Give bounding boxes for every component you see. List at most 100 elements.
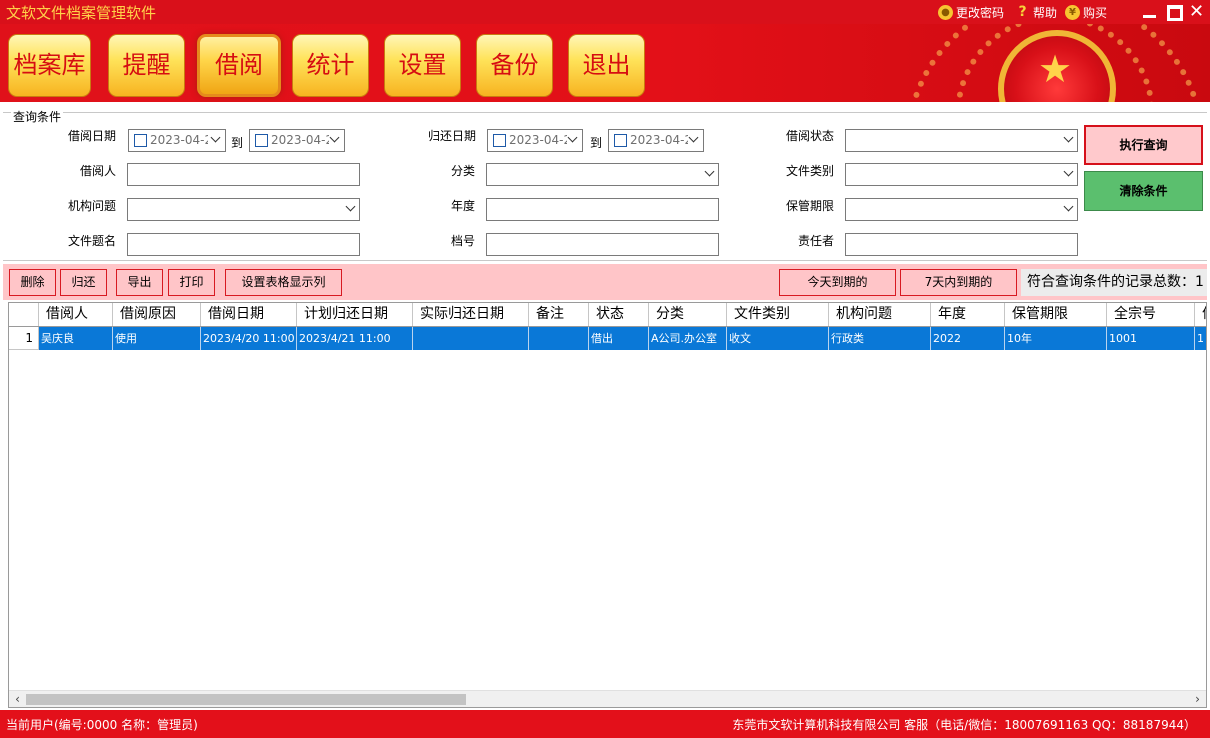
- table-cell: 2023/4/21 11:00: [297, 327, 413, 350]
- nav-statistics[interactable]: 统计: [292, 34, 369, 97]
- column-header[interactable]: 状态: [589, 303, 649, 326]
- column-header[interactable]: 文件类别: [727, 303, 829, 326]
- table-cell: 吴庆良: [39, 327, 113, 350]
- nav-settings[interactable]: 设置: [384, 34, 461, 97]
- column-header[interactable]: 备注: [529, 303, 589, 326]
- borrow-date-from-checkbox[interactable]: [134, 134, 147, 147]
- responsible-input[interactable]: [845, 233, 1078, 256]
- column-header[interactable]: 借阅日期: [201, 303, 297, 326]
- return-date-from-picker[interactable]: 2023-04-20: [487, 129, 583, 152]
- column-header[interactable]: 件: [1195, 303, 1206, 326]
- chevron-down-icon: [1063, 132, 1074, 143]
- borrow-date-to-label: 到: [231, 136, 244, 150]
- responsible-label: 责任者: [798, 234, 835, 248]
- column-header[interactable]: 实际归还日期: [413, 303, 529, 326]
- table-header: 借阅人 借阅原因 借阅日期 计划归还日期 实际归还日期 备注 状态 分类 文件类…: [9, 303, 1206, 327]
- year-label: 年度: [451, 199, 476, 213]
- column-header[interactable]: 全宗号: [1107, 303, 1195, 326]
- scroll-left-icon[interactable]: ‹: [10, 692, 25, 707]
- org-issue-label: 机构问题: [68, 199, 117, 213]
- doc-title-label: 文件题名: [68, 234, 117, 248]
- close-button[interactable]: ✕: [1187, 3, 1206, 21]
- borrow-date-from-value: 2023-04-20: [150, 133, 208, 147]
- retention-label: 保管期限: [786, 199, 835, 213]
- retention-select[interactable]: [845, 198, 1078, 221]
- status-bar: 当前用户(编号:0000 名称：管理员) 东莞市文软计算机科技有限公司 客服（电…: [0, 710, 1210, 738]
- app-title: 文软文件档案管理软件: [6, 4, 157, 22]
- return-date-from-value: 2023-04-20: [509, 133, 567, 147]
- table-cell: [529, 327, 589, 350]
- minimize-button[interactable]: [1140, 3, 1159, 20]
- year-input[interactable]: [486, 198, 719, 221]
- nav-exit[interactable]: 退出: [568, 34, 645, 97]
- delete-button[interactable]: 删除: [9, 269, 56, 296]
- column-header[interactable]: 借阅原因: [113, 303, 201, 326]
- borrow-status-label: 借阅状态: [786, 129, 835, 143]
- org-issue-select[interactable]: [127, 198, 360, 221]
- borrow-date-to-picker[interactable]: 2023-04-20: [249, 129, 345, 152]
- nav-reminder[interactable]: 提醒: [108, 34, 185, 97]
- borrow-date-to-value: 2023-04-20: [271, 133, 329, 147]
- return-date-from-checkbox[interactable]: [493, 134, 506, 147]
- category-select[interactable]: [486, 163, 719, 186]
- set-columns-button[interactable]: 设置表格显示列: [225, 269, 342, 296]
- return-date-to-checkbox[interactable]: [614, 134, 627, 147]
- coin-icon: ¥: [1065, 5, 1080, 20]
- clear-conditions-button[interactable]: 清除条件: [1084, 171, 1203, 211]
- column-header[interactable]: 年度: [931, 303, 1005, 326]
- borrow-status-select[interactable]: [845, 129, 1078, 152]
- help-link[interactable]: ? 帮助: [1015, 4, 1057, 21]
- borrow-date-to-checkbox[interactable]: [255, 134, 268, 147]
- chevron-down-icon: [567, 132, 578, 143]
- chevron-down-icon: [704, 166, 715, 177]
- table-cell: 收文: [727, 327, 829, 350]
- column-header[interactable]: 借阅人: [39, 303, 113, 326]
- table-cell: [413, 327, 529, 350]
- borrower-input[interactable]: [127, 163, 360, 186]
- borrow-date-from-picker[interactable]: 2023-04-20: [128, 129, 226, 152]
- file-no-input[interactable]: [486, 233, 719, 256]
- column-header[interactable]: 分类: [649, 303, 727, 326]
- return-date-to-label: 到: [590, 136, 603, 150]
- column-header[interactable]: 机构问题: [829, 303, 931, 326]
- scroll-right-icon[interactable]: ›: [1190, 692, 1205, 707]
- doc-title-input[interactable]: [127, 233, 360, 256]
- nav-archive[interactable]: 档案库: [8, 34, 91, 97]
- chevron-down-icon: [329, 132, 340, 143]
- table-row[interactable]: 吴庆良 使用 2023/4/20 11:00 2023/4/21 11:00 借…: [9, 327, 1206, 350]
- scrollbar-thumb[interactable]: [26, 694, 466, 705]
- maximize-button[interactable]: [1164, 3, 1183, 21]
- question-icon: ?: [1018, 4, 1027, 20]
- due-7days-button[interactable]: 7天内到期的: [900, 269, 1017, 296]
- column-header[interactable]: 保管期限: [1005, 303, 1107, 326]
- table-cell: 10年: [1005, 327, 1107, 350]
- user-icon: ●: [938, 5, 953, 20]
- borrow-records-table[interactable]: 借阅人 借阅原因 借阅日期 计划归还日期 实际归还日期 备注 状态 分类 文件类…: [8, 302, 1207, 708]
- nav-backup[interactable]: 备份: [476, 34, 553, 97]
- change-password-label: 更改密码: [956, 6, 1005, 20]
- query-panel-title: 查询条件: [11, 108, 64, 125]
- buy-label: 购买: [1083, 6, 1108, 20]
- due-today-button[interactable]: 今天到期的: [779, 269, 896, 296]
- execute-query-button[interactable]: 执行查询: [1084, 125, 1203, 165]
- file-no-label: 档号: [451, 234, 476, 248]
- table-cell: 2022: [931, 327, 1005, 350]
- table-cell: 2023/4/20 11:00: [201, 327, 297, 350]
- chevron-down-icon: [688, 132, 699, 143]
- star-icon: ★: [1038, 47, 1073, 91]
- column-header[interactable]: 计划归还日期: [297, 303, 413, 326]
- main-toolbar: ★ 档案库 提醒 借阅 统计 设置 备份 退出: [0, 24, 1210, 102]
- print-button[interactable]: 打印: [168, 269, 215, 296]
- return-button[interactable]: 归还: [60, 269, 107, 296]
- doc-type-select[interactable]: [845, 163, 1078, 186]
- change-password-link[interactable]: ● 更改密码: [938, 4, 1004, 21]
- horizontal-scrollbar[interactable]: ‹ ›: [9, 690, 1206, 707]
- buy-link[interactable]: ¥ 购买: [1065, 4, 1107, 21]
- current-user-text: 当前用户(编号:0000 名称：管理员): [6, 718, 198, 732]
- export-button[interactable]: 导出: [116, 269, 163, 296]
- return-date-to-picker[interactable]: 2023-04-20: [608, 129, 704, 152]
- table-cell: 使用: [113, 327, 201, 350]
- title-bar: 文软文件档案管理软件 ● 更改密码 ? 帮助 ¥ 购买 ✕: [0, 0, 1210, 24]
- return-date-label: 归还日期: [428, 129, 477, 143]
- nav-borrow[interactable]: 借阅: [197, 34, 281, 97]
